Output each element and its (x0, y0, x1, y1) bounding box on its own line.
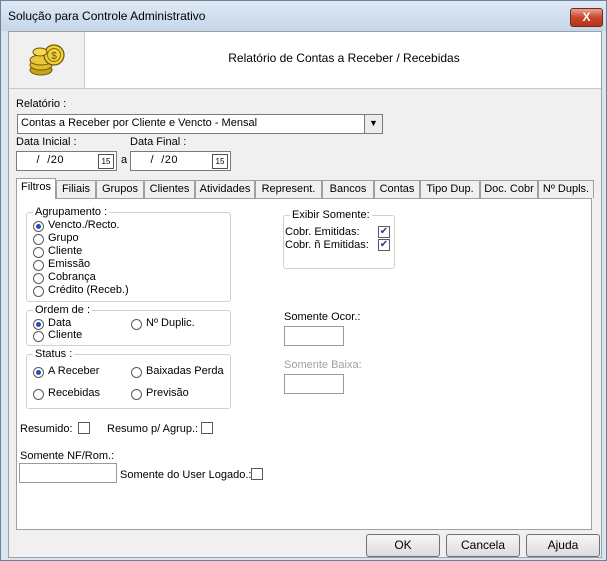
option-label: Previsão (146, 387, 189, 399)
tab-tipo-dup[interactable]: Tipo Dup. (420, 180, 480, 198)
status-title: Status : (33, 348, 75, 360)
tab-filiais[interactable]: Filiais (56, 180, 96, 198)
help-button[interactable]: Ajuda (526, 534, 600, 557)
tab-clientes[interactable]: Clientes (144, 180, 195, 198)
tab-doc-cobr[interactable]: Doc. Cobr (480, 180, 538, 198)
option-label: Grupo (48, 232, 79, 244)
date-separator: a (121, 154, 128, 166)
option-label: Cliente (48, 329, 83, 341)
tab-grupos[interactable]: Grupos (96, 180, 144, 198)
close-button[interactable]: X (570, 8, 603, 27)
tab-bancos[interactable]: Bancos (322, 180, 374, 198)
option-label: Cobrança (48, 271, 96, 283)
option-label: A Receber (48, 365, 100, 377)
exibir-group: Exibir Somente: Cobr. Emitidas: ✔ Cobr. … (283, 209, 395, 269)
option-label: Crédito (Receb.) (48, 284, 129, 296)
somente-baixa-input[interactable] (284, 374, 344, 394)
somente-baixa-label: Somente Baixa: (284, 359, 362, 371)
status-group: Status : A Receber Baixadas Perda Recebi… (26, 348, 231, 409)
radio-vencto[interactable] (33, 221, 44, 232)
option-label: Nº Duplic. (146, 317, 195, 329)
agrupamento-group: Agrupamento : Vencto./Recto. Grupo Clien… (26, 206, 231, 302)
exibir-title: Exibir Somente: (290, 209, 372, 221)
final-date-field[interactable]: / /20 15 (130, 151, 231, 171)
tab-contas[interactable]: Contas (374, 180, 420, 198)
somente-user-label: Somente do User Logado.: (120, 469, 252, 481)
header-band: $ Relatório de Contas a Receber / Recebi… (9, 32, 601, 89)
initial-date-value: / /20 (33, 154, 65, 166)
option-label: Data (48, 317, 72, 329)
cobr-nao-emitidas-label: Cobr. ñ Emitidas: (285, 239, 369, 251)
ok-button[interactable]: OK (366, 534, 440, 557)
option-label: Vencto./Recto. (48, 219, 120, 231)
cobr-emitidas-checkbox[interactable]: ✔ (378, 226, 390, 238)
resumido-label: Resumido: (20, 423, 73, 435)
calendar-icon[interactable]: 15 (212, 154, 228, 169)
final-date-value: / /20 (147, 154, 179, 166)
tab-atividades[interactable]: Atividades (195, 180, 255, 198)
cobr-emitidas-label: Cobr. Emitidas: (285, 226, 360, 238)
radio-recebidas[interactable] (33, 389, 44, 400)
ordem-title: Ordem de : (33, 304, 93, 316)
title-bar[interactable]: Solução para Controle Administrativo X (1, 1, 606, 31)
logo-area: $ (9, 32, 85, 88)
tab-filtros[interactable]: Filtros (16, 178, 56, 199)
tab-represent[interactable]: Represent. (255, 180, 322, 198)
report-title: Relatório de Contas a Receber / Recebida… (228, 51, 460, 65)
initial-date-label: Data Inicial : (16, 136, 77, 148)
radio-credito[interactable] (33, 286, 44, 297)
cobr-nao-emitidas-checkbox[interactable]: ✔ (378, 239, 390, 251)
radio-cobranca[interactable] (33, 273, 44, 284)
report-label: Relatório : (16, 98, 67, 110)
final-date-label: Data Final : (130, 136, 187, 148)
radio-cliente[interactable] (33, 247, 44, 258)
chevron-down-icon[interactable]: ▼ (364, 115, 382, 133)
cancel-button[interactable]: Cancela (446, 534, 520, 557)
agrupamento-title: Agrupamento : (33, 206, 110, 218)
radio-previsao[interactable] (131, 389, 142, 400)
option-label: Cliente (48, 245, 83, 257)
resumo-agrup-checkbox[interactable] (201, 422, 213, 434)
radio-baixadas-perda[interactable] (131, 367, 142, 378)
resumido-checkbox[interactable] (78, 422, 90, 434)
calendar-icon[interactable]: 15 (98, 154, 114, 169)
filtros-panel: Agrupamento : Vencto./Recto. Grupo Clien… (16, 198, 592, 530)
somente-ocor-label: Somente Ocor.: (284, 311, 361, 323)
radio-emissao[interactable] (33, 260, 44, 271)
option-label: Baixadas Perda (146, 365, 224, 377)
dialog-body: $ Relatório de Contas a Receber / Recebi… (8, 31, 602, 558)
report-select[interactable]: Contas a Receber por Cliente e Vencto - … (17, 114, 383, 134)
tab-n-dupls[interactable]: Nº Dupls. (538, 180, 594, 198)
svg-text:$: $ (51, 51, 57, 62)
option-label: Emissão (48, 258, 91, 270)
dialog-window: Solução para Controle Administrativo X $… (0, 0, 607, 561)
radio-ordem-data[interactable] (33, 319, 44, 330)
somente-nf-input[interactable] (19, 463, 117, 483)
radio-a-receber[interactable] (33, 367, 44, 378)
somente-user-checkbox[interactable] (251, 468, 263, 480)
report-selected-value: Contas a Receber por Cliente e Vencto - … (21, 117, 258, 129)
coins-icon: $ (29, 44, 65, 76)
window-title: Solução para Controle Administrativo (8, 9, 206, 23)
radio-ordem-duplic[interactable] (131, 319, 142, 330)
ordem-group: Ordem de : Data Cliente Nº Duplic. (26, 304, 231, 346)
radio-ordem-cliente[interactable] (33, 331, 44, 342)
radio-grupo[interactable] (33, 234, 44, 245)
option-label: Recebidas (48, 387, 100, 399)
initial-date-field[interactable]: / /20 15 (16, 151, 117, 171)
somente-nf-label: Somente NF/Rom.: (20, 450, 115, 462)
somente-ocor-input[interactable] (284, 326, 344, 346)
resumo-agrup-label: Resumo p/ Agrup.: (107, 423, 199, 435)
